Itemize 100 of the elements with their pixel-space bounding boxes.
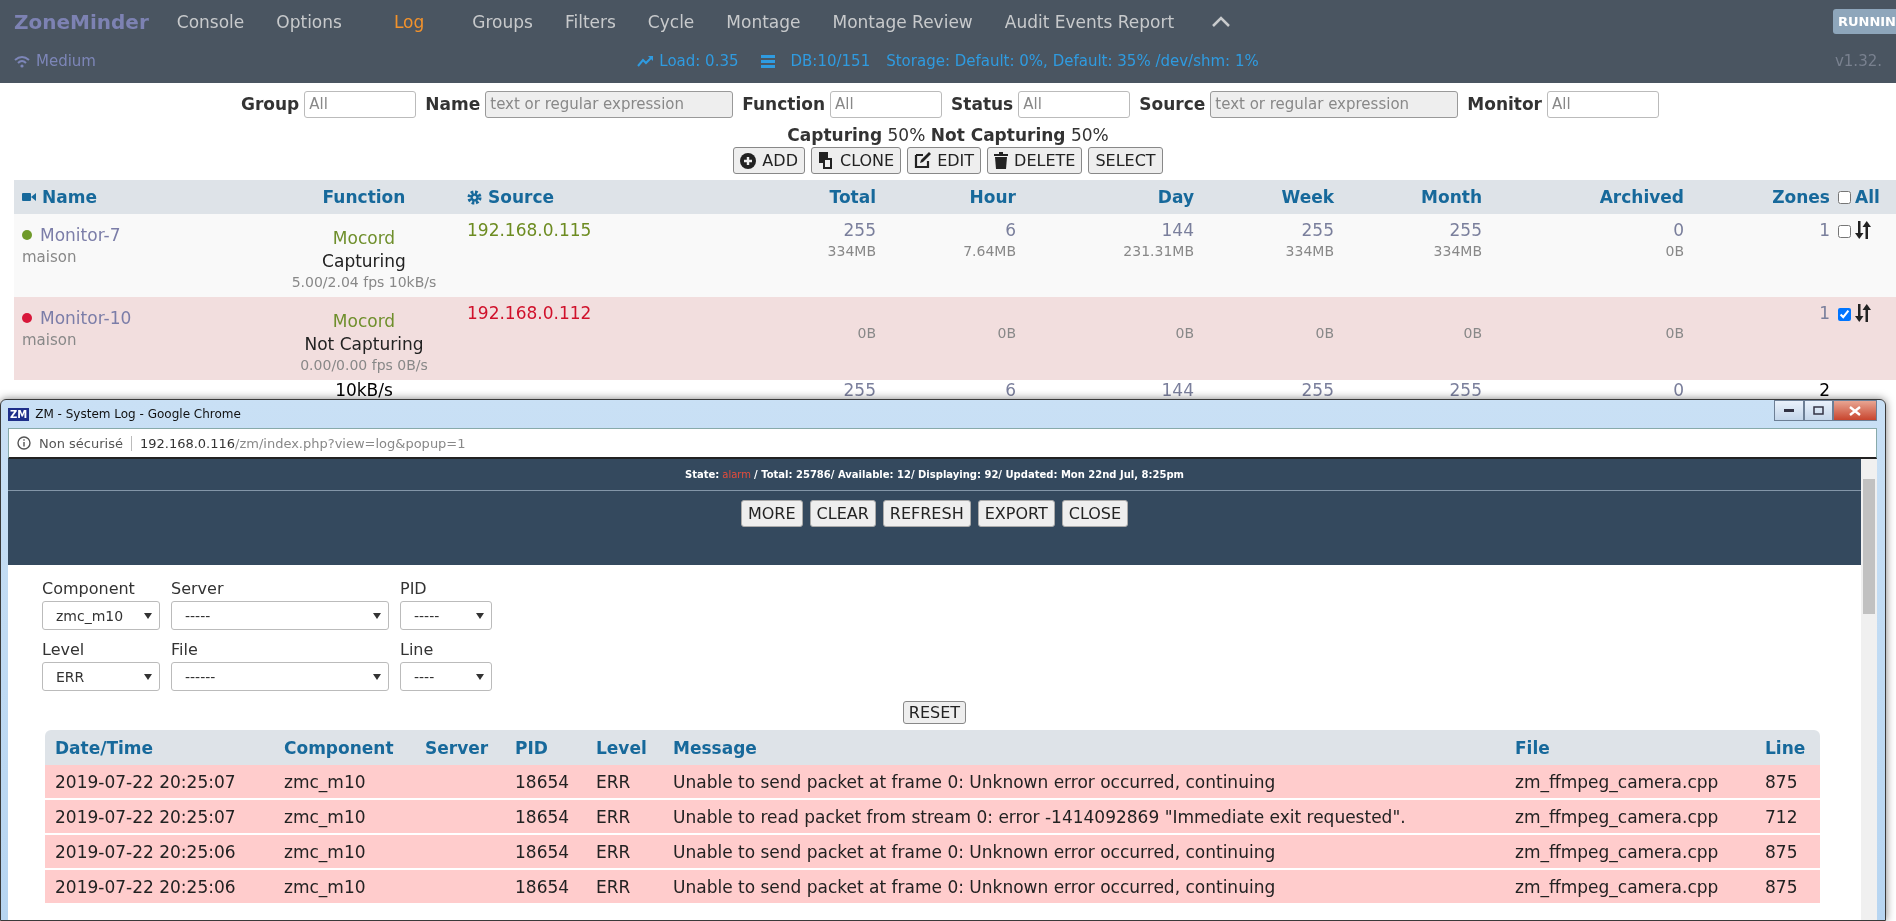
column-header[interactable]: Source [488, 187, 555, 207]
chevron-up-icon[interactable] [1212, 16, 1231, 27]
nav-link[interactable]: Montage Review [832, 11, 973, 32]
column-header[interactable]: File [1505, 730, 1755, 765]
dropdown-filter-field[interactable]: All [1547, 90, 1659, 118]
event-count[interactable]: 144 [1161, 220, 1194, 240]
nav-link[interactable]: Montage [726, 11, 801, 32]
event-count[interactable]: 255 [1301, 380, 1334, 400]
filter-select[interactable]: ----- [171, 601, 389, 630]
column-header[interactable]: Message [663, 730, 1505, 765]
info-icon[interactable] [17, 436, 31, 450]
log-cell: zm_ffmpeg_camera.cpp [1505, 799, 1755, 834]
sort-arrows-icon[interactable] [1855, 303, 1871, 323]
log-action-button[interactable]: REFRESH [882, 500, 971, 527]
event-count[interactable]: 255 [1301, 220, 1334, 240]
column-header[interactable]: Server [415, 730, 505, 765]
column-header[interactable]: PID [505, 730, 586, 765]
event-count[interactable]: 255 [843, 380, 876, 400]
log-action-button[interactable]: EXPORT [977, 500, 1055, 527]
column-header[interactable]: Function [322, 187, 406, 207]
nav-link[interactable]: Audit Events Report [1004, 11, 1175, 32]
event-size: 334MB [827, 243, 876, 259]
action-button[interactable]: ADD [733, 147, 805, 174]
column-header[interactable]: Zones [1772, 187, 1830, 207]
monitor-name-link[interactable]: Monitor-7 [40, 225, 121, 245]
column-header[interactable]: Week [1281, 187, 1334, 207]
function-link[interactable]: Mocord [332, 227, 396, 248]
monitor-checkbox[interactable] [1838, 225, 1851, 238]
sort-arrows-icon[interactable] [1855, 220, 1871, 240]
security-label[interactable]: Non sécurisé [39, 435, 132, 451]
reset-button[interactable]: RESET [902, 701, 967, 724]
log-action-button[interactable]: CLOSE [1061, 500, 1129, 527]
dropdown-filter-field[interactable]: All [830, 90, 943, 118]
nav-link[interactable]: Options [276, 11, 342, 32]
nav-link[interactable]: Cycle [647, 11, 695, 32]
column-header[interactable]: Level [586, 730, 663, 765]
caret-down-icon [476, 673, 484, 680]
maximize-button[interactable] [1804, 400, 1833, 421]
column-header[interactable]: Month [1421, 187, 1482, 207]
action-button[interactable]: DELETE [987, 147, 1083, 174]
column-header[interactable]: Line [1755, 730, 1820, 765]
column-header[interactable]: Day [1157, 187, 1194, 207]
minimize-button[interactable] [1774, 400, 1804, 421]
log-action-button[interactable]: CLEAR [809, 500, 876, 527]
nav-link[interactable]: Groups [472, 11, 533, 32]
log-action-button[interactable]: MORE [740, 500, 803, 527]
state-value: alarm [722, 469, 752, 480]
event-count[interactable]: 144 [1161, 380, 1194, 400]
nav-link[interactable]: Filters [564, 11, 616, 32]
text-filter-field[interactable]: text or regular expression [485, 90, 734, 118]
log-cell: zmc_m10 [274, 834, 415, 869]
column-header[interactable]: Name [42, 187, 97, 207]
monitor-checkbox[interactable] [1838, 308, 1851, 321]
text-filter-field[interactable]: text or regular expression [1210, 90, 1459, 118]
column-header[interactable]: Archived [1599, 187, 1684, 207]
filter-select[interactable]: ERR [42, 662, 160, 691]
source-link[interactable]: 192.168.0.112 [467, 303, 741, 323]
function-link[interactable]: Mocord [332, 310, 396, 331]
filter-label: Group [241, 94, 300, 114]
close-window-button[interactable] [1833, 400, 1877, 421]
selector-label: PID [400, 578, 428, 600]
column-header[interactable]: Total [829, 187, 876, 207]
source-link[interactable]: 192.168.0.115 [467, 220, 741, 240]
filter-select[interactable]: ---- [400, 662, 492, 691]
log-cell: ERR [586, 834, 663, 869]
log-cell: zmc_m10 [274, 765, 415, 799]
select-all-checkbox[interactable] [1838, 190, 1851, 204]
column-header[interactable]: Date/Time [45, 730, 274, 765]
capture-summary: Capturing 50% Not Capturing 50% [787, 125, 1109, 145]
dropdown-filter-field[interactable]: All [1018, 90, 1131, 118]
nav-link[interactable]: Console [176, 11, 245, 32]
log-cell: ERR [586, 799, 663, 834]
monitor-name-link[interactable]: Monitor-10 [40, 308, 132, 328]
event-count[interactable]: 6 [1005, 220, 1016, 240]
action-button[interactable]: SELECT [1088, 147, 1163, 174]
status-badge[interactable]: RUNNIN [1832, 9, 1896, 34]
filter-select[interactable]: ------ [171, 662, 389, 691]
column-header[interactable]: Component [274, 730, 415, 765]
column-header[interactable]: Hour [969, 187, 1016, 207]
event-count[interactable]: 255 [1449, 380, 1482, 400]
zones-count[interactable]: 1 [1819, 220, 1830, 240]
url-field[interactable]: 192.168.0.116/zm/index.php?view=log&popup=1 [139, 435, 466, 451]
selector-label: Level [42, 639, 86, 661]
caret-down-icon [373, 673, 381, 680]
filter-select[interactable]: zmc_m10 [42, 601, 160, 630]
action-button[interactable]: EDIT [907, 147, 982, 174]
log-cell: 18654 [505, 834, 586, 869]
filter-select[interactable]: ----- [400, 601, 492, 630]
event-count[interactable]: 0 [1673, 380, 1684, 400]
trash-icon [994, 152, 1009, 169]
nav-link[interactable]: Log [393, 11, 425, 32]
dropdown-filter-field[interactable]: All [304, 90, 417, 118]
zones-count[interactable]: 2 [1819, 380, 1830, 400]
event-count[interactable]: 0 [1673, 220, 1684, 240]
event-count[interactable]: 6 [1005, 380, 1016, 400]
event-count[interactable]: 255 [1449, 220, 1482, 240]
action-button[interactable]: CLONE [810, 147, 902, 174]
zones-count[interactable]: 1 [1819, 303, 1830, 323]
scrollbar[interactable] [1861, 459, 1877, 920]
event-count[interactable]: 255 [843, 220, 876, 240]
